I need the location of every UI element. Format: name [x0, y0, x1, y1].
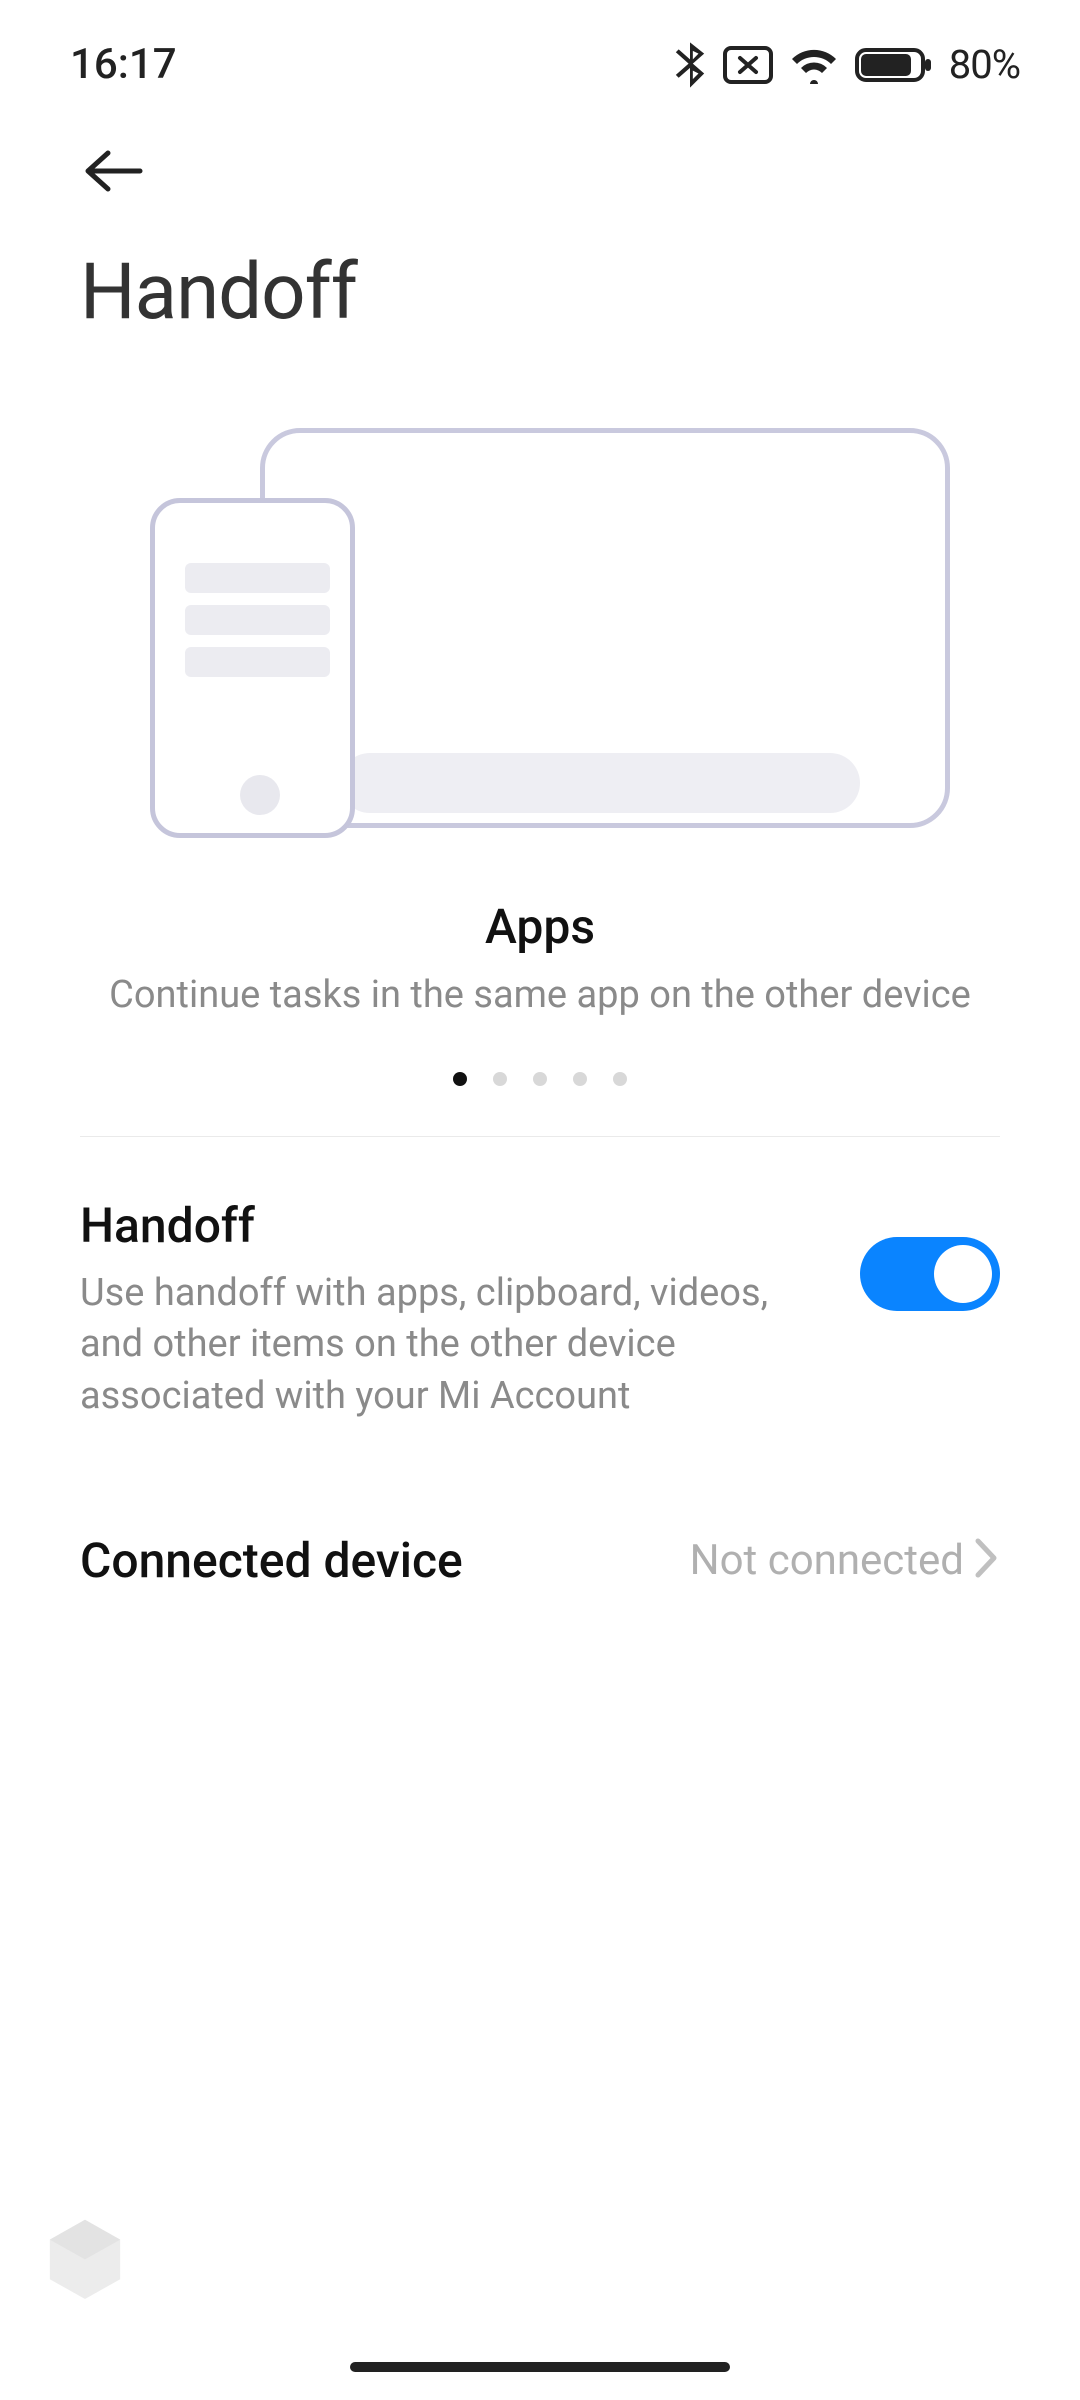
watermark-icon — [30, 2200, 140, 2310]
page-title: Handoff — [80, 197, 1000, 368]
pager-dot[interactable] — [573, 1072, 587, 1086]
chevron-right-icon — [974, 1537, 1000, 1583]
pager-dot[interactable] — [453, 1072, 467, 1086]
bluetooth-icon — [673, 42, 707, 88]
pager-dot[interactable] — [493, 1072, 507, 1086]
pager-dots[interactable] — [453, 1072, 627, 1086]
pager-dot[interactable] — [533, 1072, 547, 1086]
carousel-title: Apps — [485, 898, 595, 955]
status-bar: 16:17 80% — [0, 0, 1080, 109]
setting-handoff-title: Handoff — [80, 1197, 830, 1254]
cast-blocked-icon — [723, 46, 773, 84]
feature-carousel[interactable]: Apps Continue tasks in the same app on t… — [0, 368, 1080, 1136]
setting-handoff: Handoff Use handoff with apps, clipboard… — [0, 1137, 1080, 1452]
setting-handoff-desc: Use handoff with apps, clipboard, videos… — [80, 1268, 830, 1422]
battery-icon — [855, 46, 933, 84]
handoff-toggle[interactable] — [860, 1237, 1000, 1311]
pager-dot[interactable] — [613, 1072, 627, 1086]
connected-device-value: Not connected — [690, 1536, 964, 1585]
handoff-illustration — [130, 428, 950, 848]
battery-percentage: 80% — [949, 41, 1020, 88]
home-indicator[interactable] — [350, 2362, 730, 2372]
wifi-icon — [789, 46, 839, 84]
carousel-subtitle: Continue tasks in the same app on the ot… — [109, 973, 971, 1017]
status-time: 16:17 — [70, 40, 177, 89]
setting-connected-device[interactable]: Connected device Not connected — [0, 1452, 1080, 1619]
status-icons: 80% — [673, 41, 1020, 88]
connected-device-title: Connected device — [80, 1532, 690, 1589]
back-button[interactable] — [80, 178, 144, 197]
